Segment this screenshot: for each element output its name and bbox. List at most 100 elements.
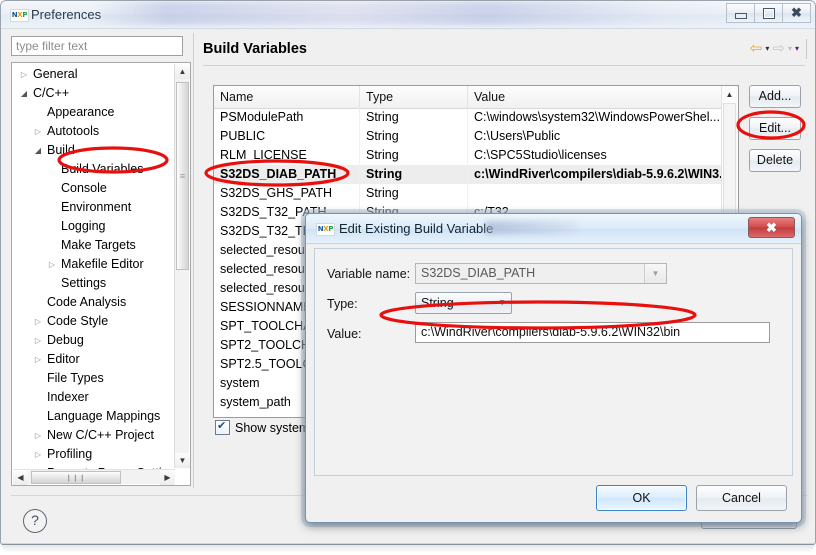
table-row[interactable]: S32DS_DIAB_PATH String c:\WindRiver\compil…: [214, 165, 722, 184]
collapse-arrow-icon[interactable]: [32, 426, 44, 445]
sidebar-item-label: File Types: [47, 371, 104, 385]
tree-vertical-scrollbar[interactable]: ▲ ▼: [174, 64, 190, 468]
sidebar-item-console[interactable]: Console: [12, 179, 176, 198]
sidebar-item-label: Make Targets: [61, 238, 136, 252]
collapse-arrow-icon[interactable]: [46, 255, 58, 274]
variable-name-value: S32DS_DIAB_PATH: [421, 266, 536, 280]
tree-horizontal-scrollbar[interactable]: ◀ ▶: [13, 469, 175, 485]
table-row[interactable]: S32DS_GHS_PATH String: [214, 184, 722, 203]
back-dropdown-icon[interactable]: ▾: [765, 44, 769, 53]
window-shadow: [2, 543, 814, 553]
sidebar-item-makefile-editor[interactable]: Makefile Editor: [12, 255, 176, 274]
scroll-right-icon[interactable]: ▶: [160, 470, 175, 485]
sidebar-item-c-c[interactable]: C/C++: [12, 84, 176, 103]
value-input[interactable]: c:\WindRiver\compilers\diab-5.9.6.2\WIN3…: [415, 322, 770, 343]
table-scroll-thumb[interactable]: [723, 103, 736, 223]
collapse-arrow-icon[interactable]: [32, 331, 44, 350]
show-system-checkbox[interactable]: [215, 419, 230, 435]
show-system-checkbox-row[interactable]: Show system: [215, 419, 309, 435]
collapse-arrow-icon[interactable]: [32, 350, 44, 369]
sidebar-item-label: Editor: [47, 352, 80, 366]
sidebar-item-debug[interactable]: Debug: [12, 331, 176, 350]
sidebar-item-file-types[interactable]: File Types: [12, 369, 176, 388]
variable-name-dropdown-icon[interactable]: ▼: [644, 264, 666, 283]
dialog-title: Edit Existing Build Variable: [339, 221, 494, 236]
expand-arrow-icon[interactable]: [32, 141, 44, 160]
sidebar-item-code-analysis[interactable]: Code Analysis: [12, 293, 176, 312]
sidebar-item-language-mappings[interactable]: Language Mappings: [12, 407, 176, 426]
delete-button[interactable]: Delete: [749, 149, 801, 172]
sidebar-item-label: Indexer: [47, 390, 89, 404]
collapse-arrow-icon[interactable]: [32, 312, 44, 331]
sidebar-item-label: Build Variables: [61, 162, 144, 176]
sidebar-item-environment[interactable]: Environment: [12, 198, 176, 217]
close-icon[interactable]: ✖: [782, 3, 811, 23]
sidebar-item-make-targets[interactable]: Make Targets: [12, 236, 176, 255]
chevron-down-icon[interactable]: ▼: [498, 293, 506, 313]
dialog-titlebar: NXP Edit Existing Build Variable ✖: [306, 214, 801, 244]
table-header: Name Type Value: [214, 86, 738, 109]
scroll-up-icon[interactable]: ▲: [175, 64, 190, 79]
table-cell-value: [468, 184, 722, 203]
column-header-type[interactable]: Type: [360, 86, 468, 108]
sidebar-item-code-style[interactable]: Code Style: [12, 312, 176, 331]
sidebar-item-build-variables[interactable]: Build Variables: [12, 160, 176, 179]
type-select[interactable]: String ▼: [415, 292, 512, 314]
back-arrow-icon[interactable]: ⇦: [750, 41, 763, 56]
minimize-button[interactable]: [726, 3, 755, 23]
expand-arrow-icon[interactable]: [18, 84, 30, 103]
scroll-left-icon[interactable]: ◀: [13, 470, 28, 485]
type-row: Type:: [327, 293, 358, 315]
column-header-value[interactable]: Value: [468, 86, 738, 108]
dialog-close-icon[interactable]: ✖: [748, 217, 795, 238]
sidebar-item-new-c-c-project[interactable]: New C/C++ Project: [12, 426, 176, 445]
type-value: String: [421, 296, 454, 310]
collapse-arrow-icon[interactable]: [18, 65, 30, 84]
maximize-button[interactable]: [754, 3, 783, 23]
dialog-buttons: OK Cancel: [596, 485, 787, 511]
view-menu-icon[interactable]: ▾: [795, 44, 799, 53]
variable-name-field[interactable]: S32DS_DIAB_PATH ▼: [415, 263, 667, 284]
toolbar-separator: [806, 39, 807, 59]
collapse-arrow-icon[interactable]: [32, 122, 44, 141]
sidebar-item-editor[interactable]: Editor: [12, 350, 176, 369]
table-cell-value: C:\SPC5Studio\licenses: [474, 148, 607, 162]
table-row[interactable]: PSModulePath String C:\windows\system32\Wi…: [214, 108, 722, 127]
sidebar-item-label: Console: [61, 181, 107, 195]
column-header-name[interactable]: Name: [214, 86, 360, 108]
sidebar-item-label: Logging: [61, 219, 106, 233]
add-button[interactable]: Add...: [749, 85, 801, 108]
sidebar-item-profiling[interactable]: Profiling: [12, 445, 176, 464]
sidebar-item-indexer[interactable]: Indexer: [12, 388, 176, 407]
collapse-arrow-icon[interactable]: [32, 445, 44, 464]
sidebar-item-logging[interactable]: Logging: [12, 217, 176, 236]
table-cell-type: String: [360, 108, 468, 127]
tree-scroll-thumb[interactable]: [176, 82, 189, 270]
sidebar-item-label: Autotools: [47, 124, 100, 138]
table-cell-type: String: [360, 127, 468, 146]
table-scroll-up-icon[interactable]: ▲: [722, 86, 737, 102]
sidebar-item-label: Debug: [47, 333, 84, 347]
edit-button[interactable]: Edit...: [749, 117, 801, 140]
table-row[interactable]: RLM_LICENSE String C:\SPC5Studio\licenses: [214, 146, 722, 165]
tree-hscroll-thumb[interactable]: [31, 471, 121, 484]
help-icon[interactable]: ?: [23, 509, 47, 533]
sidebar-item-autotools[interactable]: Autotools: [12, 122, 176, 141]
sidebar-item-build[interactable]: Build: [12, 141, 176, 160]
cancel-button[interactable]: Cancel: [696, 485, 787, 511]
window-title: Preferences: [31, 7, 102, 22]
preferences-tree[interactable]: General C/C++ Appearance Autotools Build Buil…: [12, 65, 176, 485]
sidebar-item-appearance[interactable]: Appearance: [12, 103, 176, 122]
sidebar-item-label: Settings: [61, 276, 107, 290]
forward-dropdown-icon[interactable]: ▾: [788, 44, 792, 53]
ok-button[interactable]: OK: [596, 485, 687, 511]
filter-input[interactable]: type filter text: [11, 36, 183, 56]
title-rule: [203, 65, 805, 66]
sidebar-item-label: Build: [47, 143, 75, 157]
sidebar-item-general[interactable]: General: [12, 65, 176, 84]
table-row[interactable]: PUBLIC String C:\Users\Public: [214, 127, 722, 146]
scroll-down-icon[interactable]: ▼: [175, 453, 190, 468]
forward-arrow-icon[interactable]: ⇨: [772, 41, 785, 56]
sidebar-item-settings[interactable]: Settings: [12, 274, 176, 293]
table-cell-type: String: [360, 184, 468, 203]
